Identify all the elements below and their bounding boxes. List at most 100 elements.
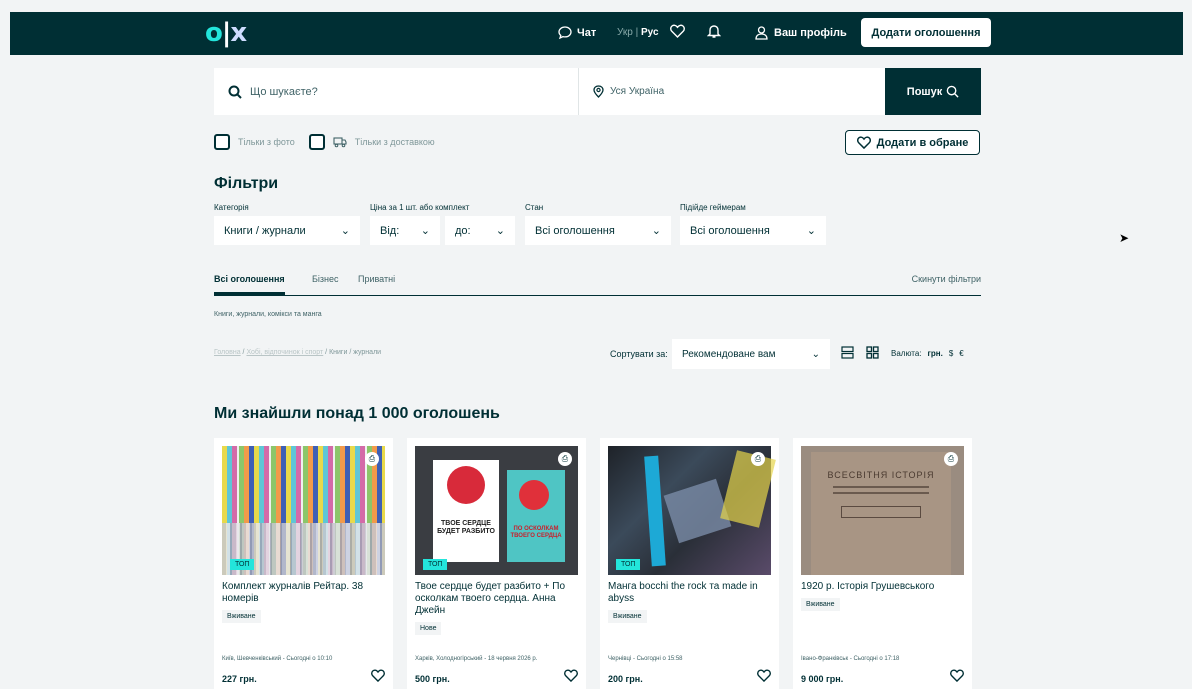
condition-badge: Нове bbox=[415, 622, 442, 635]
condition-label: Стан bbox=[525, 203, 544, 212]
condition-badge: Вживане bbox=[608, 610, 647, 623]
reset-filters-link[interactable]: Скинути фільтри bbox=[912, 274, 981, 284]
grid-view-icon[interactable] bbox=[866, 346, 879, 362]
breadcrumb: Головна / Хобі, відпочинок і спорт / Кни… bbox=[214, 349, 381, 356]
lang-ukr[interactable]: Укр bbox=[617, 27, 633, 38]
delivery-only-checkbox[interactable] bbox=[308, 134, 325, 150]
olx-logo[interactable]: o|x bbox=[205, 18, 247, 48]
search-icon bbox=[946, 85, 959, 98]
breadcrumb-home[interactable]: Головна bbox=[214, 349, 241, 356]
add-listing-button[interactable]: Додати оголошення bbox=[861, 18, 991, 47]
delivery-only-label: Тільки з доставкою bbox=[354, 137, 435, 147]
search-bar: Що шукаєте? Уся Україна Пошук bbox=[214, 68, 981, 115]
gamers-label: Підійде геймерам bbox=[680, 203, 746, 212]
gamers-value: Всі оголошення bbox=[690, 224, 770, 237]
price-label: Ціна за 1 шт. або комплект bbox=[370, 203, 470, 212]
add-to-favorites-button[interactable]: Додати в обране bbox=[845, 130, 980, 155]
heart-icon[interactable] bbox=[757, 669, 771, 685]
delivery-truck-icon: ⎙ bbox=[365, 452, 379, 466]
filters-title: Фільтри bbox=[214, 175, 279, 192]
listing-price: 9 000 грн. bbox=[801, 674, 844, 684]
listing-title[interactable]: 1920 р. Історія Грушевського bbox=[801, 581, 964, 593]
search-button-label: Пошук bbox=[906, 85, 943, 98]
listing-title[interactable]: Комплект журналів Рейтар. 38 номерів bbox=[222, 581, 385, 605]
heart-icon[interactable] bbox=[670, 24, 685, 42]
user-icon bbox=[755, 26, 768, 40]
chevron-down-icon: ⌄ bbox=[495, 225, 505, 237]
price-to-select[interactable]: до: ⌄ bbox=[445, 216, 515, 245]
currency-uah[interactable]: грн. bbox=[928, 349, 943, 358]
quick-filters: Тільки з фото Тільки з доставкою bbox=[214, 134, 435, 150]
heart-icon[interactable] bbox=[950, 669, 964, 685]
listing-card[interactable]: ⎙ ТОП Комплект журналів Рейтар. 38 номер… bbox=[214, 438, 393, 689]
listing-tabs: Всі оголошення Бізнес Приватні Скинути ф… bbox=[214, 271, 981, 296]
chevron-down-icon: ⌄ bbox=[651, 225, 661, 237]
listing-image[interactable]: ВСЕСВІТНЯ ІСТОРІЯ ⎙ bbox=[801, 446, 964, 575]
location-pin-icon bbox=[593, 85, 604, 98]
language-switcher: Укр | Рус bbox=[617, 27, 659, 38]
sort-label: Сортувати за: bbox=[610, 349, 668, 359]
tab-all[interactable]: Всі оголошення bbox=[214, 274, 285, 295]
listing-price: 200 грн. bbox=[608, 674, 643, 684]
search-icon bbox=[228, 85, 242, 99]
heart-icon[interactable] bbox=[564, 669, 578, 685]
category-value: Книги / журнали bbox=[224, 224, 306, 237]
top-badge: ТОП bbox=[423, 559, 448, 570]
category-description: Книги, журнали, комікси та манга bbox=[214, 311, 322, 318]
photo-only-checkbox[interactable] bbox=[214, 134, 230, 150]
heart-icon[interactable] bbox=[371, 669, 385, 685]
lang-separator: | bbox=[635, 27, 639, 38]
profile-label: Ваш профіль bbox=[774, 27, 847, 39]
currency-usd[interactable]: $ bbox=[949, 349, 953, 358]
book-cover-title: ВСЕСВІТНЯ ІСТОРІЯ bbox=[827, 470, 935, 480]
bell-icon[interactable] bbox=[706, 24, 722, 43]
currency-eur[interactable]: € bbox=[959, 349, 963, 358]
price-from-label: Від: bbox=[380, 224, 400, 237]
listing-card[interactable]: ⎙ ТОП Манга bocchi the rock та made in a… bbox=[600, 438, 779, 689]
category-select[interactable]: Книги / журнали ⌄ bbox=[214, 216, 360, 245]
gamers-select[interactable]: Всі оголошення ⌄ bbox=[680, 216, 826, 245]
chevron-down-icon: ⌄ bbox=[806, 225, 816, 237]
breadcrumb-hobby[interactable]: Хобі, відпочинок і спорт bbox=[246, 349, 323, 356]
listing-image[interactable]: ТВОЕ СЕРДЦЕ БУДЕТ РАЗБИТО ПО ОСКОЛКАМ ТВ… bbox=[415, 446, 578, 575]
list-view-icon[interactable] bbox=[841, 346, 854, 362]
search-button[interactable]: Пошук bbox=[885, 68, 981, 115]
delivery-truck-icon: ⎙ bbox=[751, 452, 765, 466]
location-input[interactable]: Уся Україна bbox=[579, 68, 885, 115]
listing-price: 500 грн. bbox=[415, 674, 450, 684]
listing-title[interactable]: Твое сердце будет разбито + По осколкам … bbox=[415, 581, 578, 617]
sort-select[interactable]: Рекомендоване вам ⌄ bbox=[672, 339, 830, 369]
mouse-cursor-icon: ➤ bbox=[1119, 231, 1130, 245]
listing-title[interactable]: Манга bocchi the rock та made in abyss bbox=[608, 581, 771, 605]
breadcrumb-current: Книги / журнали bbox=[329, 349, 382, 356]
listing-price: 227 грн. bbox=[222, 674, 257, 684]
tab-business[interactable]: Бізнес bbox=[312, 274, 339, 284]
condition-badge: Вживане bbox=[222, 610, 261, 623]
lang-rus[interactable]: Рус bbox=[641, 27, 659, 38]
chevron-down-icon: ⌄ bbox=[420, 225, 430, 237]
location-value: Уся Україна bbox=[610, 86, 665, 97]
photo-only-label: Тільки з фото bbox=[238, 137, 295, 147]
price-to-label: до: bbox=[455, 224, 471, 237]
delivery-truck-icon: ⎙ bbox=[944, 452, 958, 466]
book-cover-title: ТВОЕ СЕРДЦЕ БУДЕТ РАЗБИТО bbox=[437, 520, 495, 535]
heart-icon bbox=[856, 136, 871, 149]
listing-image[interactable]: ⎙ ТОП bbox=[222, 446, 385, 575]
condition-value: Всі оголошення bbox=[535, 224, 615, 237]
search-input[interactable]: Що шукаєте? bbox=[214, 68, 579, 115]
listing-image[interactable]: ⎙ ТОП bbox=[608, 446, 776, 575]
top-navbar: o|x Чат Укр | Рус Ваш профіль bbox=[10, 12, 1183, 55]
tab-private[interactable]: Приватні bbox=[358, 274, 395, 284]
price-from-select[interactable]: Від: ⌄ bbox=[370, 216, 440, 245]
condition-badge: Вживане bbox=[801, 598, 840, 611]
condition-select[interactable]: Всі оголошення ⌄ bbox=[525, 216, 671, 245]
profile-link[interactable]: Ваш профіль bbox=[755, 26, 847, 40]
listing-card[interactable]: ВСЕСВІТНЯ ІСТОРІЯ ⎙ 1920 р. Історія Груш… bbox=[793, 438, 972, 689]
listing-card[interactable]: ТВОЕ СЕРДЦЕ БУДЕТ РАЗБИТО ПО ОСКОЛКАМ ТВ… bbox=[407, 438, 586, 689]
sort-value: Рекомендоване вам bbox=[682, 348, 776, 360]
results-title: Ми знайшли понад 1 000 оголошень bbox=[214, 405, 500, 422]
chat-link[interactable]: Чат bbox=[558, 26, 596, 39]
chevron-down-icon: ⌄ bbox=[811, 348, 820, 360]
chevron-down-icon: ⌄ bbox=[340, 225, 350, 237]
top-badge: ТОП bbox=[230, 559, 255, 570]
